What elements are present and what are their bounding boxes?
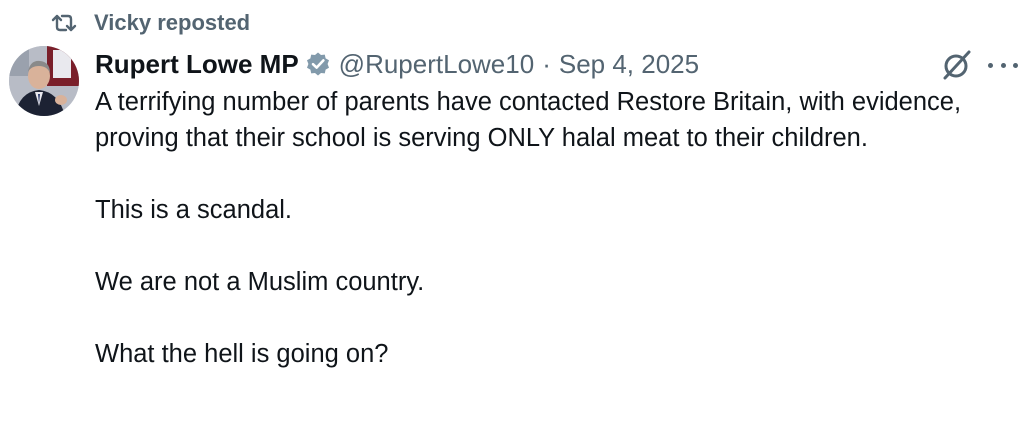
verified-badge-icon[interactable]	[305, 51, 331, 77]
repost-label: Vicky reposted	[94, 10, 251, 35]
post-paragraph: A terrifying number of parents have cont…	[95, 88, 962, 152]
repost-indicator[interactable]: Vicky reposted	[50, 6, 250, 40]
post-paragraph: This is a scandal.	[95, 196, 293, 224]
grok-icon[interactable]	[940, 48, 974, 82]
author-handle[interactable]: @RupertLowe10	[339, 49, 535, 80]
post-paragraph: We are not a Muslim country.	[95, 268, 425, 296]
repost-icon	[50, 11, 78, 35]
more-options-icon[interactable]	[988, 52, 1018, 78]
separator-dot: ·	[542, 48, 551, 79]
author-name[interactable]: Rupert Lowe MP	[95, 49, 299, 80]
author-avatar[interactable]	[9, 46, 79, 116]
post-text: A terrifying number of parents have cont…	[95, 84, 995, 372]
post-header: Rupert Lowe MP @RupertLowe10 · Sep 4, 20…	[95, 44, 699, 84]
post-date[interactable]: Sep 4, 2025	[559, 49, 699, 80]
post-paragraph: What the hell is going on?	[95, 340, 389, 368]
